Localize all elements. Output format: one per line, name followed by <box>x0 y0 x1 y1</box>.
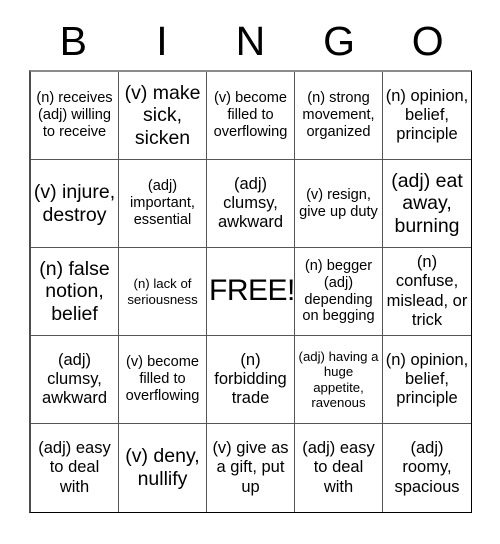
bingo-cell[interactable]: (adj) eat away, burning <box>383 160 471 248</box>
bingo-cell[interactable]: (n) begger (adj) depending on begging <box>295 248 383 336</box>
bingo-cell[interactable]: (v) become filled to overflowing <box>207 72 295 160</box>
bingo-cell-text: (n) receives (adj) willing to receive <box>36 90 113 140</box>
bingo-cell[interactable]: (adj) roomy, spacious <box>383 424 471 512</box>
bingo-cell-text: (adj) easy to deal with <box>302 439 375 496</box>
bingo-cell-text: (adj) easy to deal with <box>38 439 111 496</box>
bingo-cell-text: (n) false notion, belief <box>39 257 110 325</box>
bingo-cell[interactable]: (v) deny, nullify <box>119 424 207 512</box>
bingo-header-letter-i: I <box>156 17 168 64</box>
bingo-free-space-label: FREE! <box>209 274 295 308</box>
bingo-grid: (n) receives (adj) willing to receive (v)… <box>29 70 472 513</box>
bingo-cell-text: (v) become filled to overflowing <box>125 354 200 404</box>
bingo-cell[interactable]: (adj) having a huge appetite, ravenous <box>295 336 383 424</box>
bingo-cell[interactable]: (adj) clumsy, awkward <box>31 336 119 424</box>
bingo-cell[interactable]: (n) strong movement, organized <box>295 72 383 160</box>
bingo-cell[interactable]: (v) resign, give up duty <box>295 160 383 248</box>
bingo-cell-text: (adj) clumsy, awkward <box>217 174 284 232</box>
bingo-cell[interactable]: (adj) easy to deal with <box>31 424 119 512</box>
bingo-cell[interactable]: (v) injure, destroy <box>31 160 119 248</box>
bingo-cell[interactable]: (n) receives (adj) willing to receive <box>31 72 119 160</box>
bingo-cell[interactable]: (adj) clumsy, awkward <box>207 160 295 248</box>
bingo-cell-text: (v) injure, destroy <box>33 180 116 226</box>
bingo-header-letters: BINGO <box>29 14 472 68</box>
bingo-card: B I N G O (n) receives (adj) willing to rece… <box>0 0 500 544</box>
bingo-cell-text: (v) become filled to overflowing <box>213 90 288 140</box>
bingo-cell-text: (n) begger (adj) depending on begging <box>302 257 375 325</box>
bingo-cell[interactable]: (n) opinion, belief, principle <box>383 336 471 424</box>
bingo-header-letter-n: N <box>235 17 266 64</box>
bingo-cell-text: (n) opinion, belief, principle <box>385 86 469 144</box>
bingo-header-letter-b: B <box>59 17 87 64</box>
bingo-cell-text: (adj) roomy, spacious <box>394 439 460 496</box>
bingo-cell[interactable]: (adj) important, essential <box>119 160 207 248</box>
bingo-cell[interactable]: (v) give as a gift, put up <box>207 424 295 512</box>
bingo-header-letter-o: O <box>411 17 444 64</box>
bingo-cell[interactable]: (n) lack of seriousness <box>119 248 207 336</box>
bingo-cell-text: (v) resign, give up duty <box>299 186 378 220</box>
bingo-cell[interactable]: (v) make sick, sicken <box>119 72 207 160</box>
bingo-cell-text: (n) confuse, mislead, or trick <box>386 253 468 329</box>
bingo-header-letter-g: G <box>323 17 356 64</box>
bingo-cell-text: (adj) eat away, burning <box>391 169 463 237</box>
bingo-cell-text: (adj) having a huge appetite, ravenous <box>298 348 379 410</box>
bingo-cell-text: (adj) clumsy, awkward <box>41 350 108 408</box>
bingo-cell[interactable]: (n) opinion, belief, principle <box>383 72 471 160</box>
bingo-cell-text: (v) give as a gift, put up <box>212 439 289 496</box>
bingo-cell[interactable]: (v) become filled to overflowing <box>119 336 207 424</box>
bingo-cell-text: (n) opinion, belief, principle <box>385 350 469 408</box>
bingo-cell[interactable]: (n) forbidding trade <box>207 336 295 424</box>
bingo-free-space[interactable]: FREE! <box>207 248 295 336</box>
bingo-cell-text: (adj) important, essential <box>130 178 195 228</box>
bingo-cell[interactable]: (adj) easy to deal with <box>295 424 383 512</box>
bingo-cell-text: (n) lack of seriousness <box>127 276 198 307</box>
bingo-cell-text: (v) deny, nullify <box>125 445 200 490</box>
bingo-cell-text: (v) make sick, sicken <box>124 81 201 149</box>
bingo-cell-text: (n) strong movement, organized <box>302 90 375 140</box>
bingo-cell[interactable]: (n) false notion, belief <box>31 248 119 336</box>
bingo-cell-text: (n) forbidding trade <box>214 350 287 408</box>
bingo-cell[interactable]: (n) confuse, mislead, or trick <box>383 248 471 336</box>
